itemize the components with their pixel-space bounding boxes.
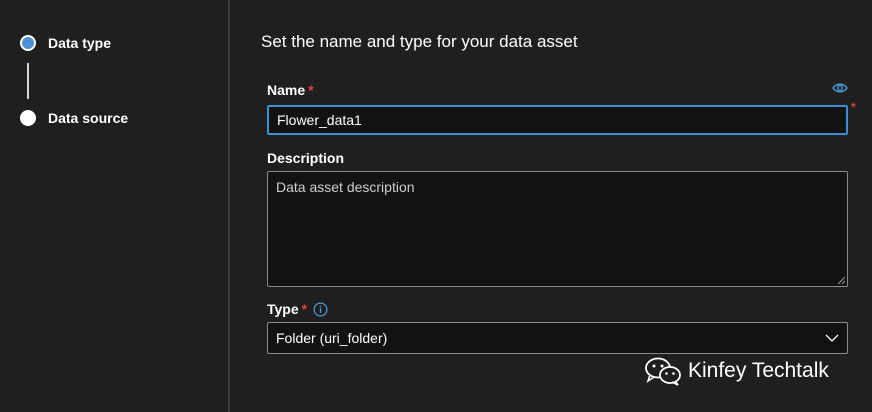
info-icon[interactable] xyxy=(313,302,328,317)
wizard-stepper: Data type Data source xyxy=(0,0,229,412)
type-label-text: Type xyxy=(267,301,299,317)
step-data-type[interactable]: Data type xyxy=(20,35,111,51)
name-label-text: Name xyxy=(267,82,306,98)
name-label: Name * xyxy=(267,82,314,98)
step-connector xyxy=(27,63,29,99)
step-inactive-indicator xyxy=(20,110,36,126)
step-label: Data source xyxy=(48,110,129,126)
type-dropdown[interactable]: Folder (uri_folder) xyxy=(267,322,848,354)
required-asterisk-side: * xyxy=(851,100,856,114)
required-asterisk: * xyxy=(301,301,308,317)
step-active-indicator xyxy=(20,35,36,51)
chevron-down-icon xyxy=(825,334,839,342)
watermark-text: Kinfey Techtalk xyxy=(688,359,829,382)
name-input[interactable] xyxy=(267,105,848,135)
type-label: Type * xyxy=(267,301,328,317)
step-label: Data type xyxy=(48,35,112,51)
step-data-source[interactable]: Data source xyxy=(20,110,128,126)
required-asterisk: * xyxy=(308,82,314,98)
resize-grip-icon[interactable] xyxy=(836,275,846,285)
type-selected-value: Folder (uri_folder) xyxy=(276,330,388,346)
panel-divider xyxy=(228,0,230,412)
description-textarea[interactable] xyxy=(267,171,848,287)
create-data-asset-page: Data type Data source Set the name and t… xyxy=(0,0,872,412)
description-label: Description xyxy=(267,150,345,166)
eye-icon[interactable] xyxy=(832,81,848,95)
form-title: Set the name and type for your data asse… xyxy=(261,32,578,51)
watermark: Kinfey Techtalk xyxy=(644,356,829,386)
wechat-icon xyxy=(645,357,681,386)
